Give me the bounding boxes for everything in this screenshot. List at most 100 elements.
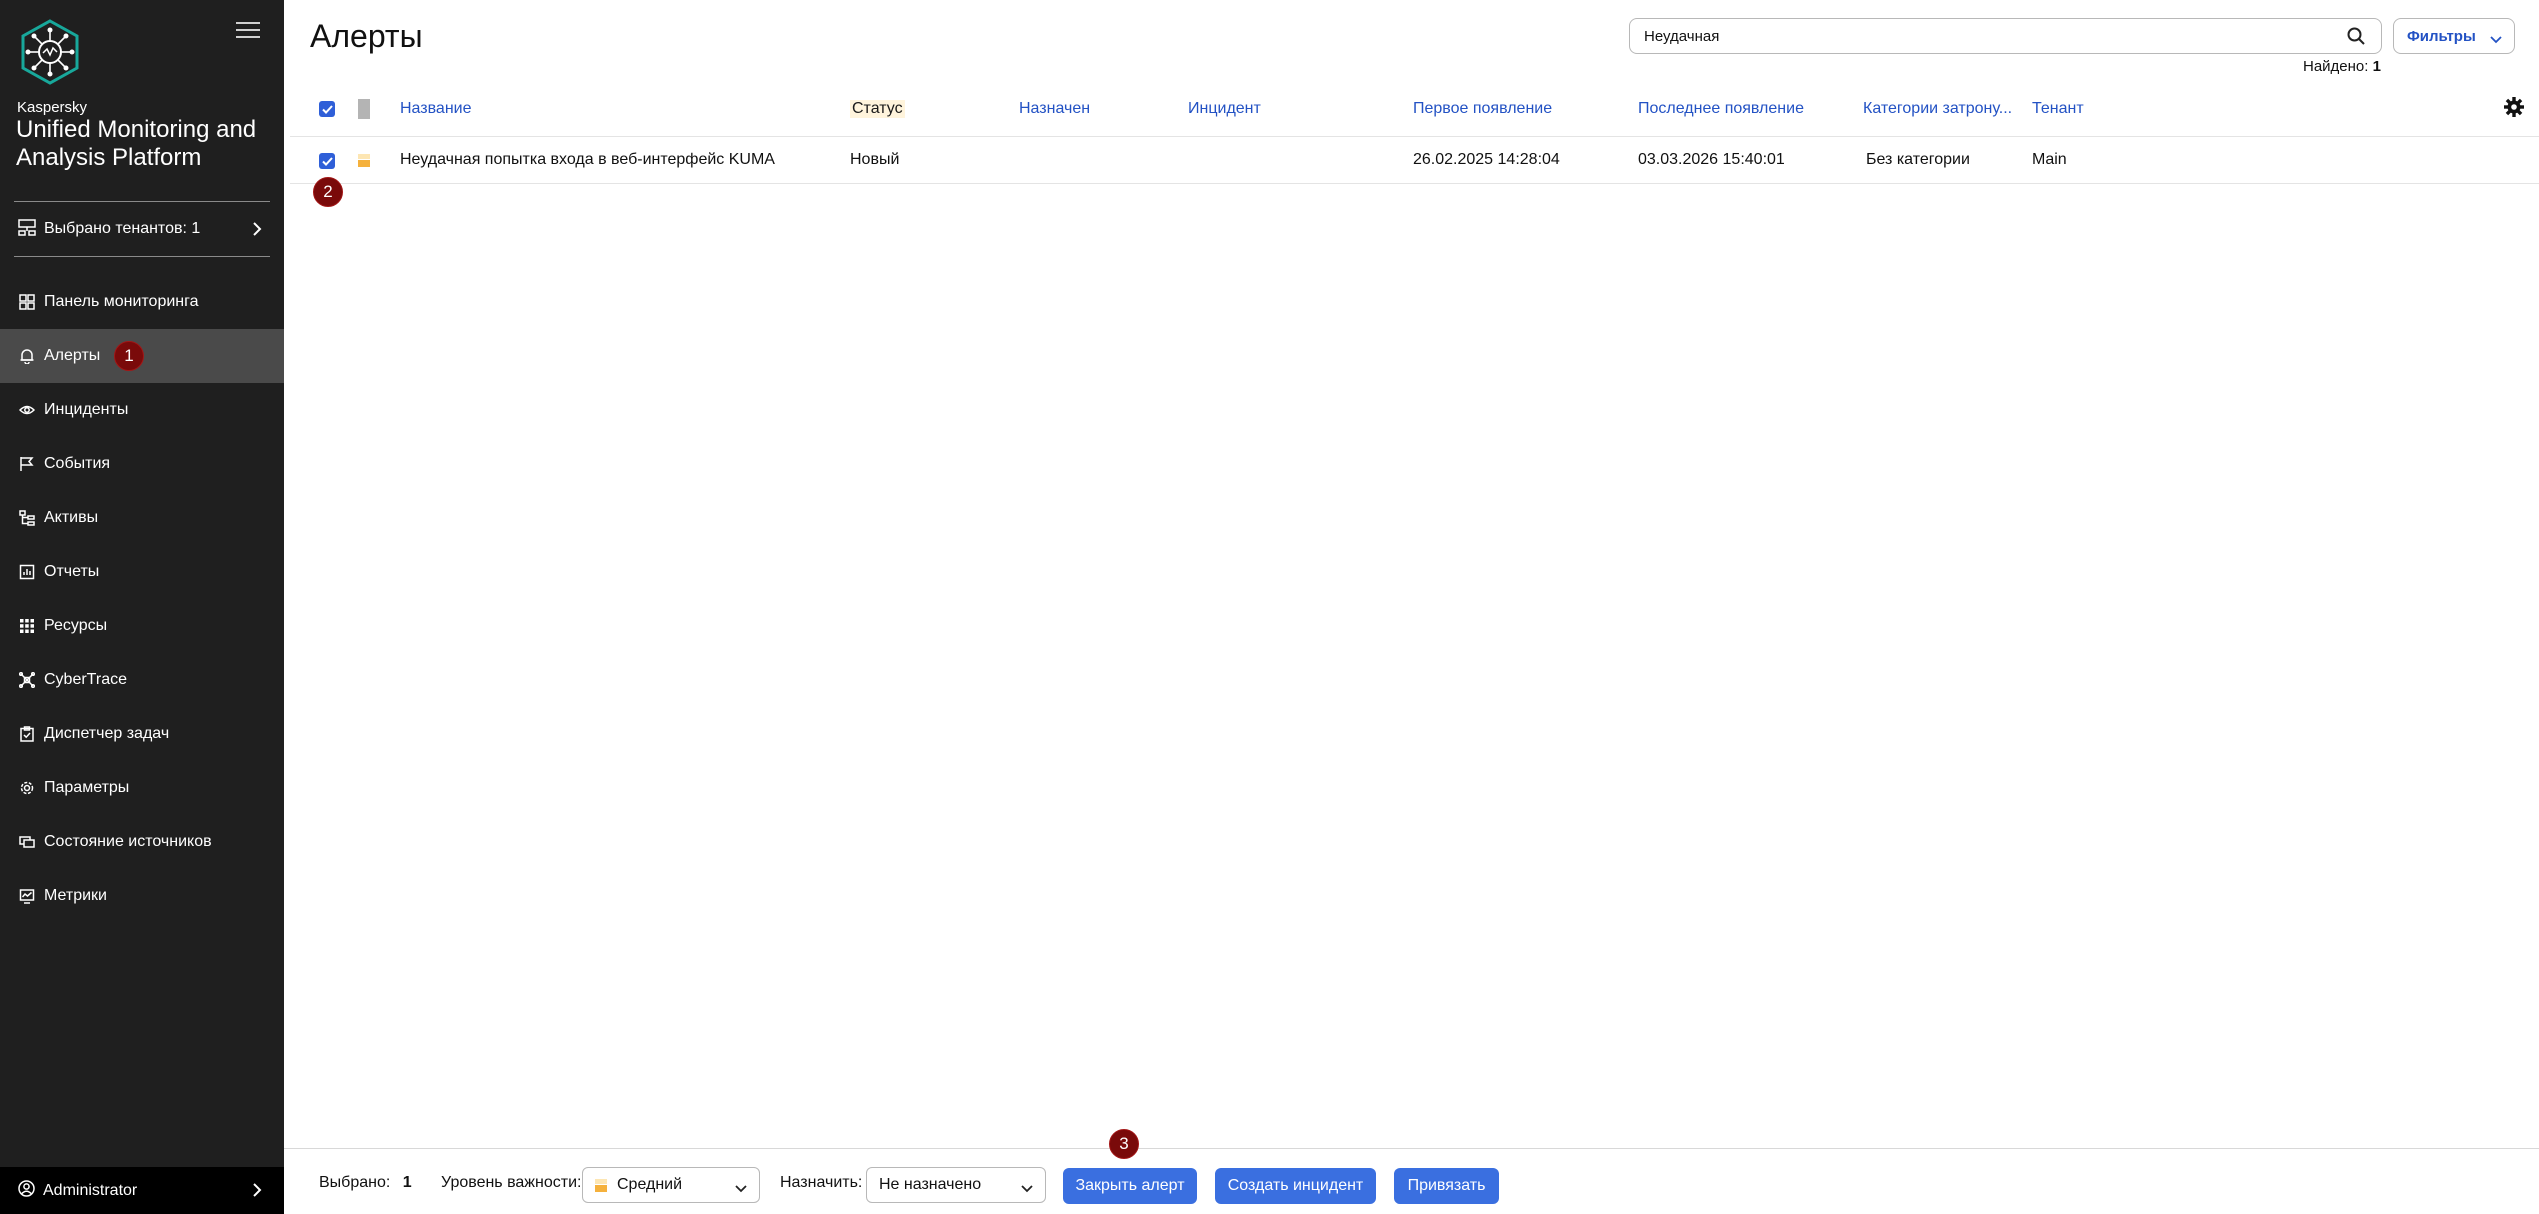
cybertrace-icon <box>18 671 36 689</box>
sidebar-item-label: Инциденты <box>44 401 129 418</box>
sidebar-item-label: Ресурсы <box>44 617 108 634</box>
chevron-down-icon <box>1021 1180 1033 1198</box>
sidebar-item-label: Отчеты <box>44 563 100 580</box>
sidebar-item-source-status[interactable]: Состояние источников <box>0 815 284 869</box>
sidebar-item-alerts[interactable]: Алерты 1 <box>0 329 284 383</box>
found-count: Найдено: 1 <box>2303 58 2381 75</box>
assign-value: Не назначено <box>879 1176 982 1193</box>
create-incident-button[interactable]: Создать инцидент <box>1215 1168 1376 1204</box>
alert-last-seen: 03.03.2026 15:40:01 <box>1638 151 1785 168</box>
hamburger-line <box>236 36 260 38</box>
sidebar-item-label: Панель мониторинга <box>44 293 199 310</box>
select-all-checkbox[interactable] <box>319 101 335 117</box>
sidebar-item-settings[interactable]: Параметры <box>0 761 284 815</box>
assign-select[interactable]: Не назначено <box>866 1167 1046 1203</box>
step-badge: 3 <box>1109 1129 1139 1159</box>
menu-toggle-button[interactable] <box>236 22 260 42</box>
gear-icon <box>18 779 36 797</box>
found-label: Найдено: <box>2303 58 2369 75</box>
sidebar-item-metrics[interactable]: Метрики <box>0 869 284 923</box>
tenants-label: Выбрано тенантов: 1 <box>44 220 201 237</box>
sidebar-item-assets[interactable]: Активы <box>0 491 284 545</box>
column-header-last-seen[interactable]: Последнее появление <box>1638 100 1804 118</box>
filters-button[interactable]: Фильтры <box>2393 18 2515 54</box>
sidebar-divider <box>14 256 270 257</box>
column-header-name[interactable]: Название <box>400 100 472 118</box>
grid-icon <box>18 617 36 635</box>
sources-icon <box>18 833 36 851</box>
eye-icon <box>18 401 36 419</box>
sidebar-divider <box>14 201 270 202</box>
page-title: Алерты <box>310 18 423 54</box>
selected-label: Выбрано: <box>319 1174 391 1191</box>
column-header-assigned[interactable]: Назначен <box>1019 100 1090 118</box>
flag-icon <box>18 455 36 473</box>
alert-name[interactable]: Неудачная попытка входа в веб-интерфейс … <box>400 151 775 169</box>
user-icon <box>18 1179 35 1202</box>
search-input[interactable] <box>1644 27 2324 45</box>
column-header-incident[interactable]: Инцидент <box>1188 100 1261 118</box>
column-header-first-seen[interactable]: Первое появление <box>1413 100 1552 118</box>
chevron-right-icon <box>252 1183 262 1202</box>
alert-status: Новый <box>850 151 900 168</box>
selection-action-bar: Выбрано: 1 Уровень важности: Средний Наз… <box>284 1148 2539 1214</box>
sidebar-item-dashboard[interactable]: Панель мониторинга <box>0 275 284 329</box>
sidebar-item-cybertrace[interactable]: CyberTrace <box>0 653 284 707</box>
kaspersky-logo-icon <box>16 18 84 86</box>
severity-medium-icon <box>595 1176 607 1194</box>
sidebar-nav: Панель мониторинга Алерты 1 Инциденты Со… <box>0 275 284 923</box>
alert-first-seen: 26.02.2025 14:28:04 <box>1413 151 1560 168</box>
hamburger-icon <box>236 22 260 24</box>
sidebar-item-label: Алерты <box>44 347 101 364</box>
column-header-status[interactable]: Статус <box>850 100 905 118</box>
severity-value: Средний <box>617 1176 683 1193</box>
metrics-icon <box>18 887 36 905</box>
sidebar-item-reports[interactable]: Отчеты <box>0 545 284 599</box>
sidebar-item-label: Состояние источников <box>44 833 212 850</box>
sidebar-item-label: CyberTrace <box>44 671 127 688</box>
bell-icon <box>18 347 36 365</box>
selected-count: Выбрано: 1 <box>319 1174 412 1192</box>
severity-select[interactable]: Средний <box>582 1167 760 1203</box>
tree-icon <box>18 509 36 527</box>
tenant-selector[interactable]: Выбрано тенантов: 1 <box>0 208 284 250</box>
task-icon <box>18 725 36 743</box>
link-button[interactable]: Привязать <box>1394 1168 1499 1204</box>
alert-categories: Без категории <box>1866 151 1970 168</box>
step-badge: 2 <box>313 177 343 207</box>
sidebar-item-label: Параметры <box>44 779 130 796</box>
brand-vendor: Kaspersky <box>17 99 88 116</box>
user-name: Administrator <box>43 1181 138 1199</box>
table-row[interactable]: Неудачная попытка входа в веб-интерфейс … <box>290 136 2539 184</box>
sidebar-item-incidents[interactable]: Инциденты <box>0 383 284 437</box>
table-settings-gear-icon[interactable] <box>2503 96 2525 123</box>
check-icon <box>321 156 333 166</box>
table-header: Название Статус Назначен Инцидент Первое… <box>310 94 2525 124</box>
alert-tenant: Main <box>2032 151 2067 168</box>
report-icon <box>18 563 36 581</box>
sidebar-item-label: Диспетчер задач <box>44 725 170 742</box>
hamburger-line <box>236 29 260 31</box>
check-icon <box>321 104 333 114</box>
step-badge: 1 <box>114 341 144 371</box>
severity-label: Уровень важности: <box>441 1174 582 1191</box>
assign-label: Назначить: <box>780 1174 863 1191</box>
user-menu[interactable]: Administrator <box>0 1167 284 1214</box>
sidebar-item-label: Активы <box>44 509 99 526</box>
close-alert-button[interactable]: Закрыть алерт <box>1063 1168 1197 1204</box>
brand-product-title: Unified Monitoring and Analysis Platform <box>16 116 257 171</box>
tenants-icon <box>18 218 36 241</box>
sidebar-item-events[interactable]: События <box>0 437 284 491</box>
sidebar-item-task-manager[interactable]: Диспетчер задач <box>0 707 284 761</box>
search-icon[interactable] <box>2347 27 2365 50</box>
chevron-down-icon <box>735 1180 747 1198</box>
sidebar-item-resources[interactable]: Ресурсы <box>0 599 284 653</box>
row-checkbox[interactable] <box>319 153 335 169</box>
search-box <box>1629 18 2382 54</box>
dashboard-icon <box>18 293 36 311</box>
severity-medium-icon <box>358 151 370 169</box>
column-header-tenant[interactable]: Тенант <box>2032 100 2084 118</box>
column-header-categories[interactable]: Категории затрону... <box>1863 100 2012 118</box>
sidebar-item-label: События <box>44 455 111 472</box>
severity-column-header[interactable] <box>358 99 370 119</box>
